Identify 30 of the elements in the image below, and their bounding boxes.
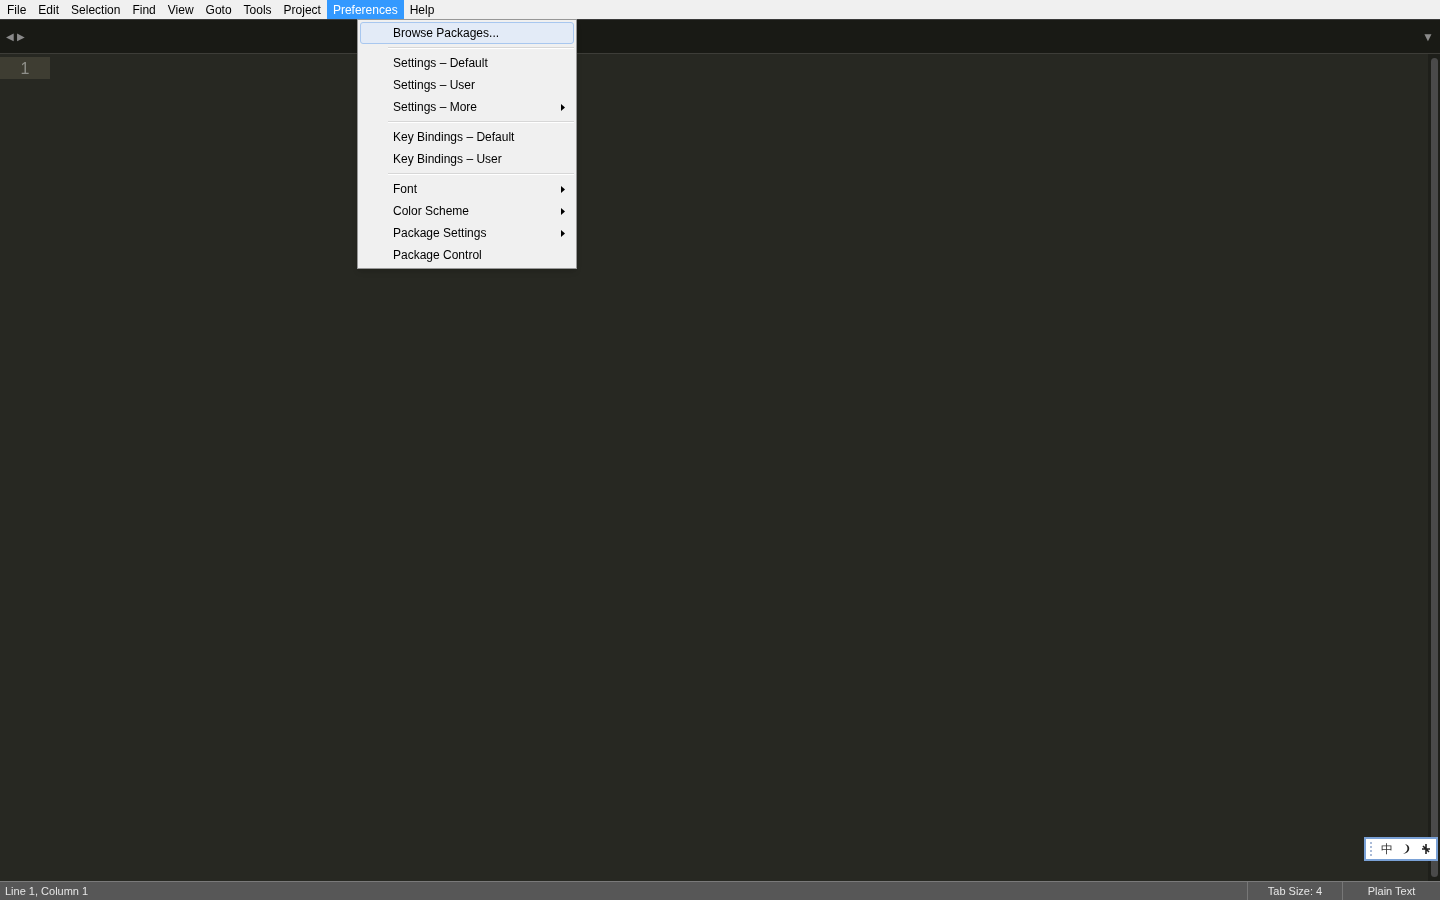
forward-button[interactable]: ▶ [17,29,25,44]
menu-item[interactable]: Selection [65,0,127,19]
menu-item[interactable]: Project [277,0,327,19]
menu-entry[interactable]: Font [360,178,574,200]
menu-entry[interactable]: Settings – Default [360,52,574,74]
menu-item[interactable]: Edit [32,0,66,19]
menu-entry[interactable]: Browse Packages... [360,22,574,44]
menu-item[interactable]: Tools [237,0,278,19]
back-button[interactable]: ◀ [6,29,14,44]
menu-item[interactable]: View [161,0,200,19]
grip-icon [1370,842,1373,856]
menu-item[interactable]: File [1,0,33,19]
tab-list-button[interactable]: ▼ [1422,27,1434,46]
scrollbar-thumb[interactable] [1430,58,1438,877]
menu-entry[interactable]: Settings – User [360,74,574,96]
syntax-button[interactable]: Plain Text [1342,882,1440,900]
menu-entry[interactable]: Key Bindings – User [360,148,574,170]
menu-item[interactable]: Help [403,0,441,19]
punctuation-icon[interactable] [1420,843,1432,855]
menu-entry[interactable]: Package Control [360,244,574,266]
menu-entry[interactable]: Package Settings [360,222,574,244]
menu-entry[interactable]: Settings – More [360,96,574,118]
line-number: 1 [0,57,50,79]
menu-entry[interactable]: Key Bindings – Default [360,126,574,148]
language-toggle[interactable]: 中 [1381,840,1394,858]
menu-entry[interactable]: Color Scheme [360,200,574,222]
menu-item[interactable]: Find [126,0,162,19]
menu-item[interactable]: Goto [199,0,238,19]
cursor-position: Line 1, Column 1 [4,883,90,899]
tab-size-button[interactable]: Tab Size: 4 [1247,882,1342,900]
